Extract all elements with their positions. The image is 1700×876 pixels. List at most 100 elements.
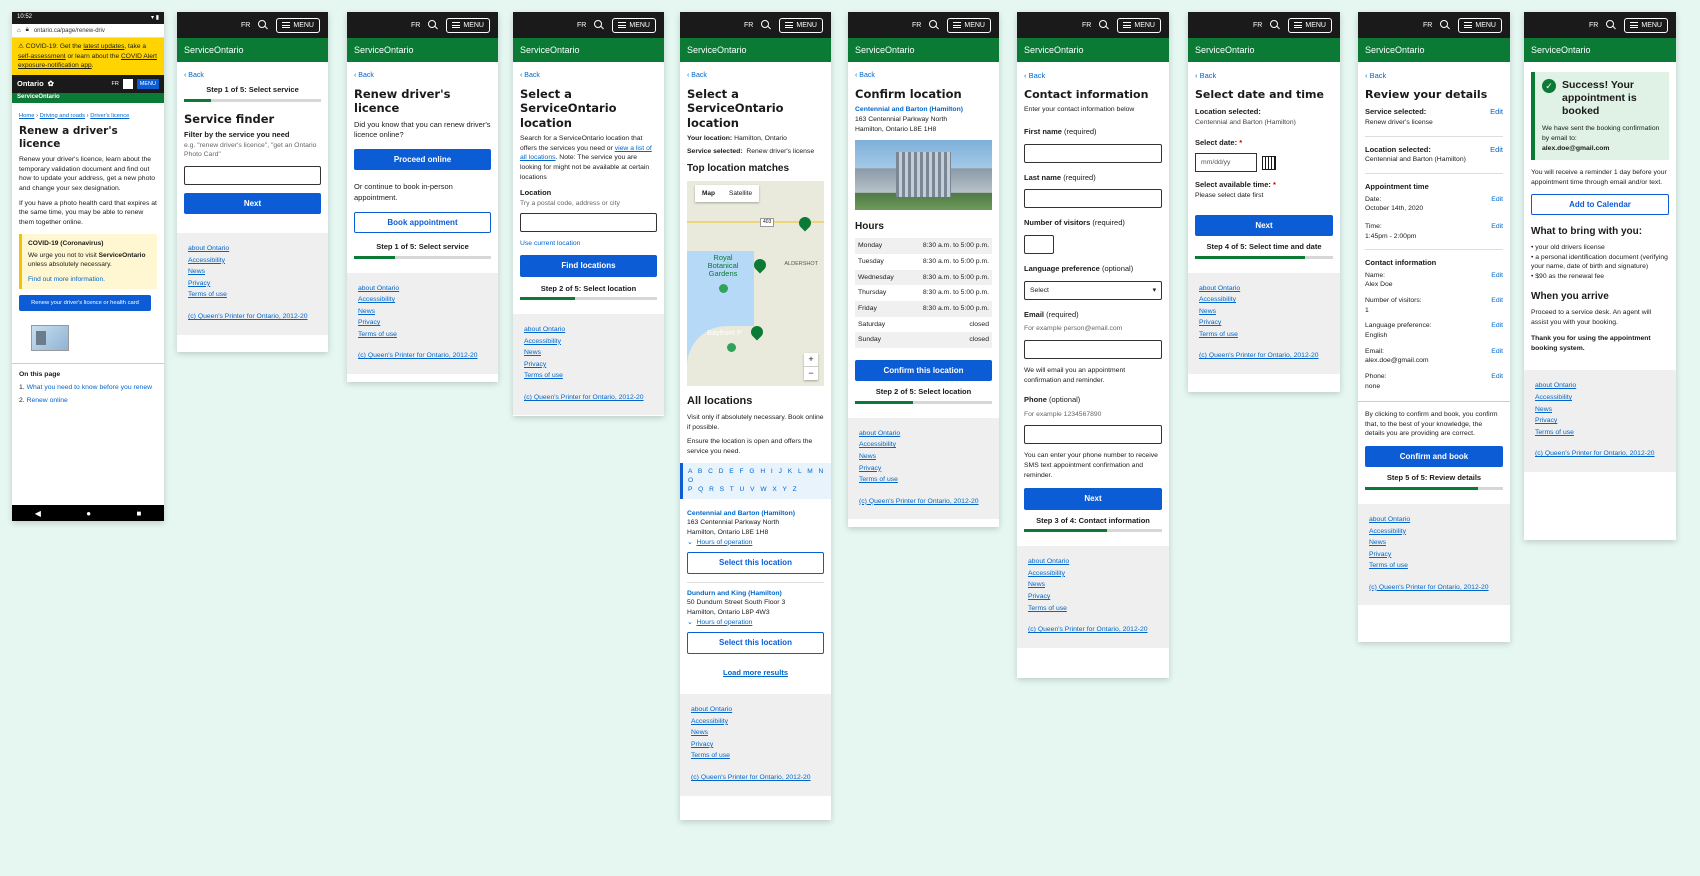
alphabet-filter[interactable]: A B C D E F G H I J K L M N OP Q R S T U… [680,462,831,499]
footer-link-accessibility[interactable]: Accessibility [1199,294,1329,306]
select-location-button[interactable]: Select this location [687,552,824,574]
menu-button[interactable]: MENU [1458,17,1502,33]
footer-link-about[interactable]: about Ontario [358,283,487,295]
zoom-out-button[interactable]: − [804,365,818,380]
back-link[interactable]: ‹ Back [184,71,321,81]
language-select[interactable]: Select ▾ [1024,280,1162,300]
home-icon[interactable]: ⌂ [17,28,21,34]
next-button[interactable]: Next [184,192,321,215]
latest-updates-link[interactable]: latest updates [83,43,124,50]
fr-link[interactable]: FR [241,22,250,29]
back-link[interactable]: ‹ Back [1195,71,1333,82]
footer-link-news[interactable]: News [691,727,820,739]
ontario-logo[interactable]: Ontario [17,79,44,88]
edit-location-link[interactable]: Edit [1490,145,1503,156]
footer-link-terms[interactable]: Terms of use [358,329,487,341]
footer-link-privacy[interactable]: Privacy [859,463,988,475]
copyright-link[interactable]: (c) Queen's Printer for Ontario, 2012-20 [691,772,820,784]
footer-link-terms[interactable]: Terms of use [188,289,317,301]
menu-button[interactable]: MENU [136,78,159,89]
footer-link-accessibility[interactable]: Accessibility [188,255,317,267]
toc-item-2[interactable]: 2. Renew online [19,396,157,406]
satellite-tab[interactable]: Satellite [722,185,759,202]
last-name-input[interactable] [1024,189,1162,209]
copyright-link[interactable]: (c) Queen's Printer for Ontario, 2012-20 [524,392,653,404]
footer-link-about[interactable]: about Ontario [188,243,317,255]
back-link[interactable]: ‹ Back [354,71,491,81]
search-icon[interactable] [761,20,771,30]
edit-email-link[interactable]: Edit [1491,347,1503,357]
edit-date-link[interactable]: Edit [1491,195,1503,205]
menu-button[interactable]: MENU [947,17,991,33]
menu-button[interactable]: MENU [1288,17,1332,33]
breadcrumb-driving[interactable]: Driving and roads [40,113,85,119]
confirm-book-button[interactable]: Confirm and book [1365,446,1503,468]
search-icon[interactable] [428,20,438,30]
menu-button[interactable]: MENU [446,17,490,33]
footer-link-accessibility[interactable]: Accessibility [1369,526,1499,538]
address-bar[interactable]: ⌂ 🔒︎ ontario.ca/page/renew-driv [12,24,164,38]
footer-link-terms[interactable]: Terms of use [524,370,653,382]
menu-button[interactable]: MENU [612,17,656,33]
recents-nav-icon[interactable]: ■ [136,509,141,518]
zoom-in-button[interactable]: + [804,353,818,366]
edit-language-link[interactable]: Edit [1491,321,1503,331]
menu-button[interactable]: MENU [1624,17,1668,33]
confirm-location-button[interactable]: Confirm this location [855,359,992,382]
footer-link-terms[interactable]: Terms of use [1535,427,1665,439]
footer-link-news[interactable]: News [188,266,317,278]
map-tab[interactable]: Map [695,185,722,202]
footer-link-terms[interactable]: Terms of use [859,474,988,486]
footer-link-about[interactable]: about Ontario [1028,556,1158,568]
fr-link[interactable]: FR [111,81,118,87]
fr-link[interactable]: FR [912,22,921,29]
footer-link-privacy[interactable]: Privacy [1535,415,1665,427]
copyright-link[interactable]: (c) Queen's Printer for Ontario, 2012-20 [1028,624,1158,636]
location-name[interactable]: Centennial and Barton (Hamilton) [687,509,824,519]
footer-link-accessibility[interactable]: Accessibility [1535,392,1665,404]
back-link[interactable]: ‹ Back [1365,71,1503,82]
footer-link-privacy[interactable]: Privacy [358,317,487,329]
menu-button[interactable]: MENU [276,17,320,33]
search-icon[interactable] [1440,20,1450,30]
renew-cta-button[interactable]: Renew your driver's licence or health ca… [19,295,151,312]
search-icon[interactable] [929,20,939,30]
search-icon[interactable] [1606,20,1616,30]
back-link[interactable]: ‹ Back [520,71,657,81]
copyright-link[interactable]: (c) Queen's Printer for Ontario, 2012-20 [188,311,317,323]
hours-toggle[interactable]: ⌄ Hours of operation [687,538,824,548]
footer-link-accessibility[interactable]: Accessibility [358,294,487,306]
footer-link-accessibility[interactable]: Accessibility [1028,568,1158,580]
footer-link-about[interactable]: about Ontario [1535,380,1665,392]
footer-link-terms[interactable]: Terms of use [691,750,820,762]
search-icon[interactable] [594,20,604,30]
footer-link-privacy[interactable]: Privacy [524,359,653,371]
footer-link-about[interactable]: about Ontario [859,428,988,440]
search-icon[interactable] [1099,20,1109,30]
footer-link-privacy[interactable]: Privacy [1028,591,1158,603]
search-icon[interactable] [122,78,133,89]
footer-link-privacy[interactable]: Privacy [1369,549,1499,561]
self-assessment-link[interactable]: self-assessment [18,53,66,60]
fr-link[interactable]: FR [1253,22,1262,29]
footer-link-accessibility[interactable]: Accessibility [691,716,820,728]
footer-link-accessibility[interactable]: Accessibility [524,336,653,348]
search-icon[interactable] [1270,20,1280,30]
footer-link-terms[interactable]: Terms of use [1028,603,1158,615]
edit-visitors-link[interactable]: Edit [1491,296,1503,306]
footer-link-about[interactable]: about Ontario [691,704,820,716]
calendar-icon[interactable] [1262,155,1276,170]
edit-name-link[interactable]: Edit [1491,271,1503,281]
edit-service-link[interactable]: Edit [1490,107,1503,118]
fr-link[interactable]: FR [1589,22,1598,29]
hours-toggle[interactable]: ⌄ Hours of operation [687,618,824,628]
back-nav-icon[interactable]: ◀ [35,509,41,518]
back-link[interactable]: ‹ Back [855,71,992,81]
email-input[interactable] [1024,339,1162,359]
back-link[interactable]: ‹ Back [1024,71,1162,82]
location-name[interactable]: Dundurn and King (Hamilton) [687,589,824,599]
footer-link-terms[interactable]: Terms of use [1369,560,1499,572]
footer-link-news[interactable]: News [859,451,988,463]
fr-link[interactable]: FR [577,22,586,29]
fr-link[interactable]: FR [1082,22,1091,29]
